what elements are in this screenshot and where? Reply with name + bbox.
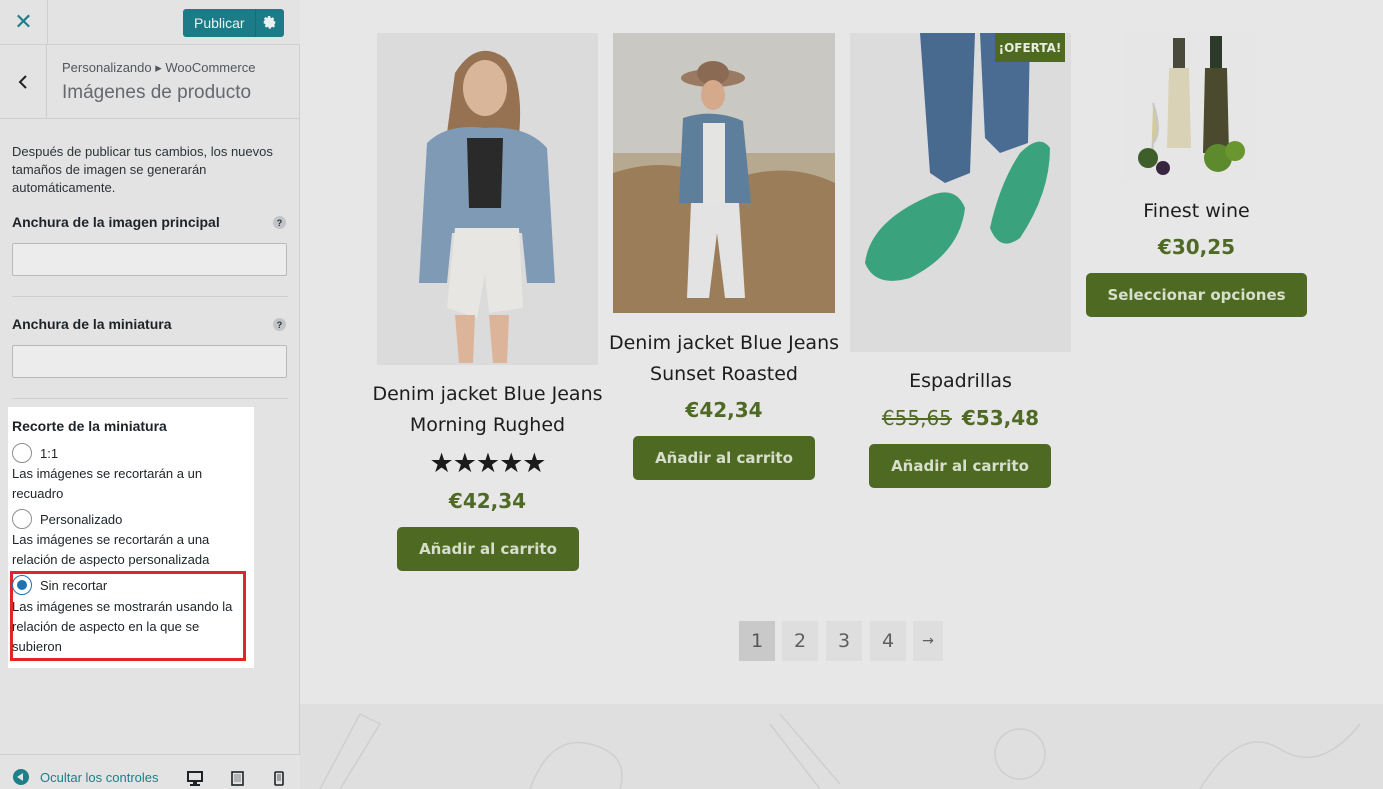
crop-radio-custom[interactable] bbox=[12, 509, 32, 529]
product-image[interactable] bbox=[1123, 33, 1257, 181]
product-price: €55,65 €53,48 bbox=[850, 406, 1071, 430]
close-button[interactable]: ✕ bbox=[0, 0, 48, 45]
thumbnail-crop-control: Recorte de la miniatura 1:1 Las imágenes… bbox=[8, 407, 254, 668]
thumbnail-width-input[interactable] bbox=[12, 345, 287, 378]
divider bbox=[12, 296, 288, 297]
chevron-left-icon bbox=[18, 74, 27, 89]
sale-badge: ¡OFERTA! bbox=[995, 33, 1065, 62]
crop-title: Recorte de la miniatura bbox=[12, 418, 167, 434]
add-to-cart-button[interactable]: Añadir al carrito bbox=[397, 527, 579, 571]
add-to-cart-button[interactable]: Añadir al carrito bbox=[633, 436, 815, 480]
help-icon[interactable]: ? bbox=[273, 216, 286, 229]
regular-price: €55,65 bbox=[881, 406, 952, 430]
mobile-icon[interactable] bbox=[271, 770, 287, 786]
collapse-icon bbox=[13, 769, 29, 785]
section-header: Personalizando ▸ WooCommerce Imágenes de… bbox=[0, 45, 300, 119]
site-preview: Denim jacket Blue Jeans Morning Rughed ★… bbox=[300, 0, 1383, 789]
publish-button[interactable]: Publicar bbox=[183, 9, 284, 37]
tablet-icon[interactable] bbox=[229, 770, 245, 786]
add-to-cart-button[interactable]: Añadir al carrito bbox=[869, 444, 1051, 488]
product-price: €42,34 bbox=[685, 398, 763, 422]
divider bbox=[12, 398, 288, 399]
crop-option-label[interactable]: Personalizado bbox=[40, 512, 122, 527]
product-title[interactable]: Denim jacket Blue Jeans Morning Rughed bbox=[367, 379, 608, 441]
product-image[interactable]: ¡OFERTA! bbox=[850, 33, 1071, 352]
crop-option-description: Las imágenes se mostrarán usando la rela… bbox=[12, 599, 233, 654]
crop-option-description: Las imágenes se recortarán a una relació… bbox=[12, 532, 210, 567]
product-price: €30,25 bbox=[1157, 235, 1236, 259]
page-link[interactable]: 4 bbox=[870, 621, 906, 661]
thumbnail-width-label: Anchura de la miniatura bbox=[12, 316, 172, 332]
footer-background-pattern bbox=[300, 704, 1383, 789]
section-title: Imágenes de producto bbox=[62, 82, 252, 103]
help-icon[interactable]: ? bbox=[273, 318, 286, 331]
product-image[interactable] bbox=[377, 33, 598, 365]
customizer-footer: Ocultar los controles bbox=[0, 754, 300, 789]
product-price: €42,34 bbox=[448, 489, 527, 513]
hide-controls-label: Ocultar los controles bbox=[40, 769, 159, 785]
section-description: Después de publicar tus cambios, los nue… bbox=[12, 144, 273, 195]
next-page-arrow-icon[interactable]: → bbox=[913, 621, 943, 661]
page-link-current[interactable]: 1 bbox=[739, 621, 775, 661]
crop-option-label[interactable]: 1:1 bbox=[40, 446, 58, 461]
crop-radio-uncropped[interactable] bbox=[12, 575, 32, 595]
product-title[interactable]: Finest wine bbox=[1076, 196, 1317, 227]
page-link[interactable]: 3 bbox=[826, 621, 862, 661]
main-image-width-label: Anchura de la imagen principal bbox=[12, 214, 220, 230]
hide-controls-button[interactable]: Ocultar los controles bbox=[13, 769, 159, 785]
crop-option-label[interactable]: Sin recortar bbox=[40, 578, 107, 593]
page-link[interactable]: 2 bbox=[782, 621, 818, 661]
close-icon: ✕ bbox=[14, 10, 33, 35]
rating-stars: ★★★★★ bbox=[429, 448, 546, 478]
select-options-button[interactable]: Seleccionar opciones bbox=[1086, 273, 1307, 317]
customizer-sidebar: ✕ Publicar Personalizando ▸ WooCommerce … bbox=[0, 0, 300, 789]
crop-option-description: Las imágenes se recortarán a un recuadro bbox=[12, 466, 203, 501]
back-button[interactable] bbox=[0, 45, 47, 118]
product-image[interactable] bbox=[613, 33, 835, 313]
product-title[interactable]: Denim jacket Blue Jeans Sunset Roasted bbox=[603, 328, 845, 390]
breadcrumb: Personalizando ▸ WooCommerce bbox=[62, 60, 256, 75]
main-image-width-input[interactable] bbox=[12, 243, 287, 276]
sale-price: €53,48 bbox=[961, 406, 1040, 430]
publish-label: Publicar bbox=[194, 15, 245, 31]
product-title[interactable]: Espadrillas bbox=[840, 366, 1081, 397]
desktop-icon[interactable] bbox=[187, 770, 203, 786]
crop-radio-1-1[interactable] bbox=[12, 443, 32, 463]
customizer-header: ✕ Publicar bbox=[0, 0, 300, 45]
gear-icon[interactable] bbox=[255, 9, 284, 37]
